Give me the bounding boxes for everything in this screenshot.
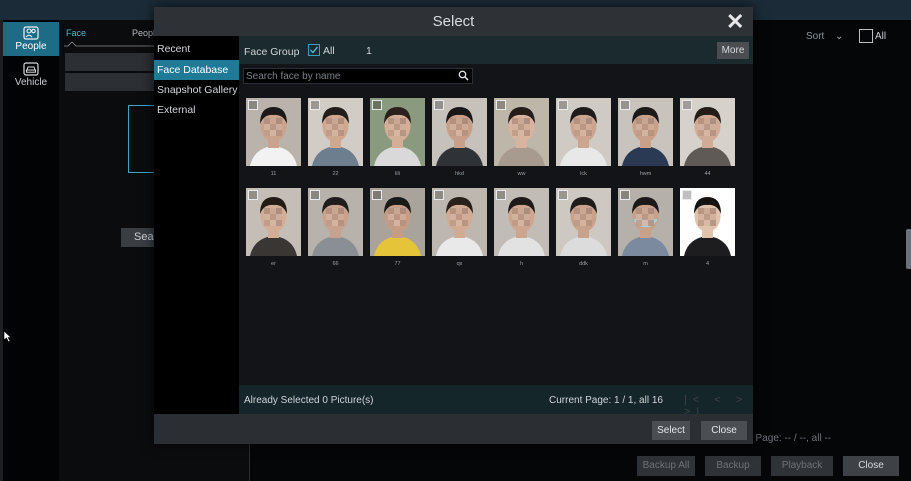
select-all-checkbox[interactable] — [859, 29, 873, 43]
face-card[interactable]: er — [246, 188, 301, 267]
menu-item-snapshot-gallery[interactable]: Snapshot Gallery — [154, 80, 239, 100]
menu-item-recent[interactable]: Recent — [154, 39, 239, 59]
face-checkbox[interactable] — [620, 190, 630, 200]
face-card[interactable]: ddk — [556, 188, 611, 267]
tab-face[interactable]: Face — [66, 28, 86, 38]
face-checkbox[interactable] — [496, 100, 506, 110]
nav-item-vehicle-label: Vehicle — [14, 77, 48, 88]
face-checkbox[interactable] — [248, 100, 258, 110]
results-page-info: t Page: -- / --, all -- — [750, 433, 832, 444]
sort-label[interactable]: Sort — [806, 31, 824, 42]
face-card[interactable]: 44 — [680, 98, 735, 177]
face-name: 4 — [705, 261, 710, 267]
dialog-title: Select — [432, 13, 475, 30]
people-icon — [23, 26, 39, 40]
face-name: m — [643, 261, 648, 267]
menu-item-external[interactable]: External — [154, 100, 239, 120]
group-all-checkbox[interactable] — [308, 44, 320, 56]
face-name: qx — [456, 261, 463, 267]
page-info: Current Page: 1 / 1, all 16 — [549, 395, 663, 406]
face-card[interactable]: lili — [370, 98, 425, 177]
group-all-label: All — [323, 45, 335, 57]
face-checkbox[interactable] — [310, 100, 320, 110]
face-name: ddk — [579, 261, 588, 267]
face-card[interactable]: hwm — [618, 98, 673, 177]
nav-item-people-label: People — [15, 41, 47, 52]
close-icon[interactable]: ✕ — [726, 9, 744, 35]
group-count: 1 — [366, 45, 372, 57]
face-card[interactable]: lck — [556, 98, 611, 177]
select-button[interactable]: Select — [652, 421, 690, 440]
tab-underline — [64, 41, 154, 47]
face-checkbox[interactable] — [682, 190, 692, 200]
face-card[interactable]: 66 — [308, 188, 363, 267]
nav-item-people[interactable]: People — [3, 22, 59, 56]
chevron-down-icon[interactable]: ⌄ — [835, 31, 843, 42]
face-name: ww — [517, 171, 526, 177]
face-card[interactable]: m — [618, 188, 673, 267]
face-card[interactable]: ww — [494, 98, 549, 177]
left-nav: People Vehicle — [3, 20, 59, 481]
face-name: lck — [580, 171, 587, 177]
face-name: 11 — [270, 171, 277, 177]
mouse-cursor-icon — [4, 331, 12, 343]
face-checkbox[interactable] — [682, 100, 692, 110]
select-all-label: All — [875, 31, 887, 42]
side-drawer-handle[interactable] — [906, 229, 911, 269]
more-button[interactable]: More — [717, 42, 749, 59]
face-checkbox[interactable] — [248, 190, 258, 200]
preview-frame — [128, 105, 157, 173]
backup-button[interactable]: Backup — [705, 456, 761, 476]
face-checkbox[interactable] — [434, 100, 444, 110]
close-button[interactable]: Close — [701, 421, 747, 440]
check-icon — [310, 46, 319, 54]
select-dialog: Select ✕ Recent Face Database Snapshot G… — [154, 7, 753, 444]
selected-count: Already Selected 0 Picture(s) — [244, 395, 374, 406]
face-search-input[interactable] — [246, 69, 446, 83]
face-search-box — [243, 68, 473, 84]
face-name: 44 — [704, 171, 711, 177]
face-name: hkd — [455, 171, 464, 177]
face-name: er — [271, 261, 276, 267]
face-card[interactable]: hkd — [432, 98, 487, 177]
face-name: 22 — [332, 171, 339, 177]
face-name: hwm — [639, 171, 652, 177]
face-checkbox[interactable] — [434, 190, 444, 200]
vehicle-icon — [23, 62, 39, 76]
face-card[interactable]: 11 — [246, 98, 301, 177]
face-checkbox[interactable] — [496, 190, 506, 200]
face-group-label: Face Group — [244, 46, 300, 58]
face-checkbox[interactable] — [558, 100, 568, 110]
source-menu: Recent Face Database Snapshot Gallery Ex… — [154, 36, 239, 414]
face-name: lili — [395, 171, 400, 177]
backup-all-button[interactable]: Backup All — [637, 456, 695, 476]
face-checkbox[interactable] — [372, 100, 382, 110]
face-card[interactable]: 4 — [680, 188, 735, 267]
menu-item-face-database[interactable]: Face Database — [154, 60, 239, 80]
face-card[interactable]: h — [494, 188, 549, 267]
search-icon[interactable] — [458, 70, 469, 81]
face-card[interactable]: 77 — [370, 188, 425, 267]
face-name: 77 — [394, 261, 401, 267]
face-name: h — [519, 261, 524, 267]
face-checkbox[interactable] — [558, 190, 568, 200]
playback-button[interactable]: Playback — [771, 456, 833, 476]
face-checkbox[interactable] — [310, 190, 320, 200]
face-checkbox[interactable] — [372, 190, 382, 200]
nav-item-vehicle[interactable]: Vehicle — [3, 58, 59, 90]
face-checkbox[interactable] — [620, 100, 630, 110]
face-card[interactable]: 22 — [308, 98, 363, 177]
face-name: 66 — [332, 261, 339, 267]
bg-close-button[interactable]: Close — [843, 456, 899, 476]
face-card[interactable]: qx — [432, 188, 487, 267]
